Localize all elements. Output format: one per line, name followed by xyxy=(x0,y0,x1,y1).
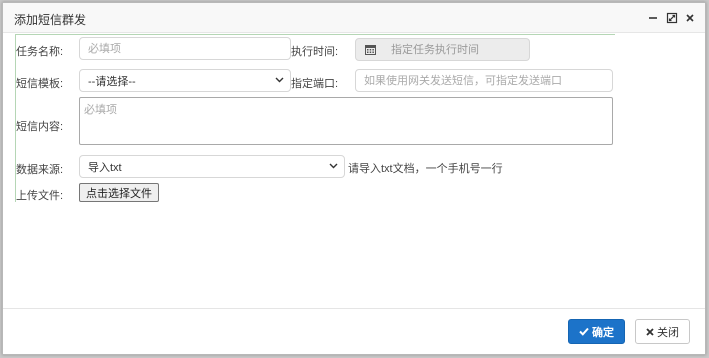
times-icon xyxy=(646,327,654,336)
chevron-down-icon xyxy=(329,163,338,169)
exec-time-input[interactable] xyxy=(383,38,530,61)
ok-button-label: 确定 xyxy=(592,326,614,339)
maximize-icon[interactable] xyxy=(665,11,679,25)
task-name-input[interactable] xyxy=(79,37,291,60)
source-select-value: 导入txt xyxy=(88,161,122,174)
template-select[interactable]: --请选择-- xyxy=(79,69,291,92)
exec-time-label: 执行时间: xyxy=(291,46,339,58)
close-button[interactable]: 关闭 xyxy=(635,319,690,344)
close-button-label: 关闭 xyxy=(657,326,679,339)
close-icon[interactable] xyxy=(683,11,697,25)
choose-file-button[interactable]: 点击选择文件 xyxy=(79,183,159,202)
port-label: 指定端口: xyxy=(291,78,339,90)
ok-button[interactable]: 确定 xyxy=(568,319,625,344)
dialog-title: 添加短信群发 xyxy=(14,13,87,27)
minimize-icon[interactable] xyxy=(646,11,660,25)
source-hint: 请导入txt文档，一个手机号一行 xyxy=(348,163,503,175)
template-select-value: --请选择-- xyxy=(88,75,136,88)
content-textarea[interactable] xyxy=(79,97,613,145)
dialog-footer: 确定 关闭 xyxy=(3,308,705,354)
template-label: 短信模板: xyxy=(16,78,64,90)
chevron-down-icon xyxy=(275,77,284,83)
task-name-label: 任务名称: xyxy=(16,46,64,58)
dialog-titlebar[interactable]: 添加短信群发 xyxy=(3,3,705,33)
content-label: 短信内容: xyxy=(16,121,64,133)
add-sms-broadcast-dialog: 添加短信群发 任务名称: 执行时间: 短信模板: --请选择-- xyxy=(2,2,706,355)
port-input[interactable] xyxy=(355,69,613,92)
check-icon xyxy=(579,327,589,336)
upload-label: 上传文件: xyxy=(16,190,64,202)
calendar-icon[interactable] xyxy=(355,38,385,61)
source-label: 数据来源: xyxy=(16,164,64,176)
source-select[interactable]: 导入txt xyxy=(79,155,345,178)
